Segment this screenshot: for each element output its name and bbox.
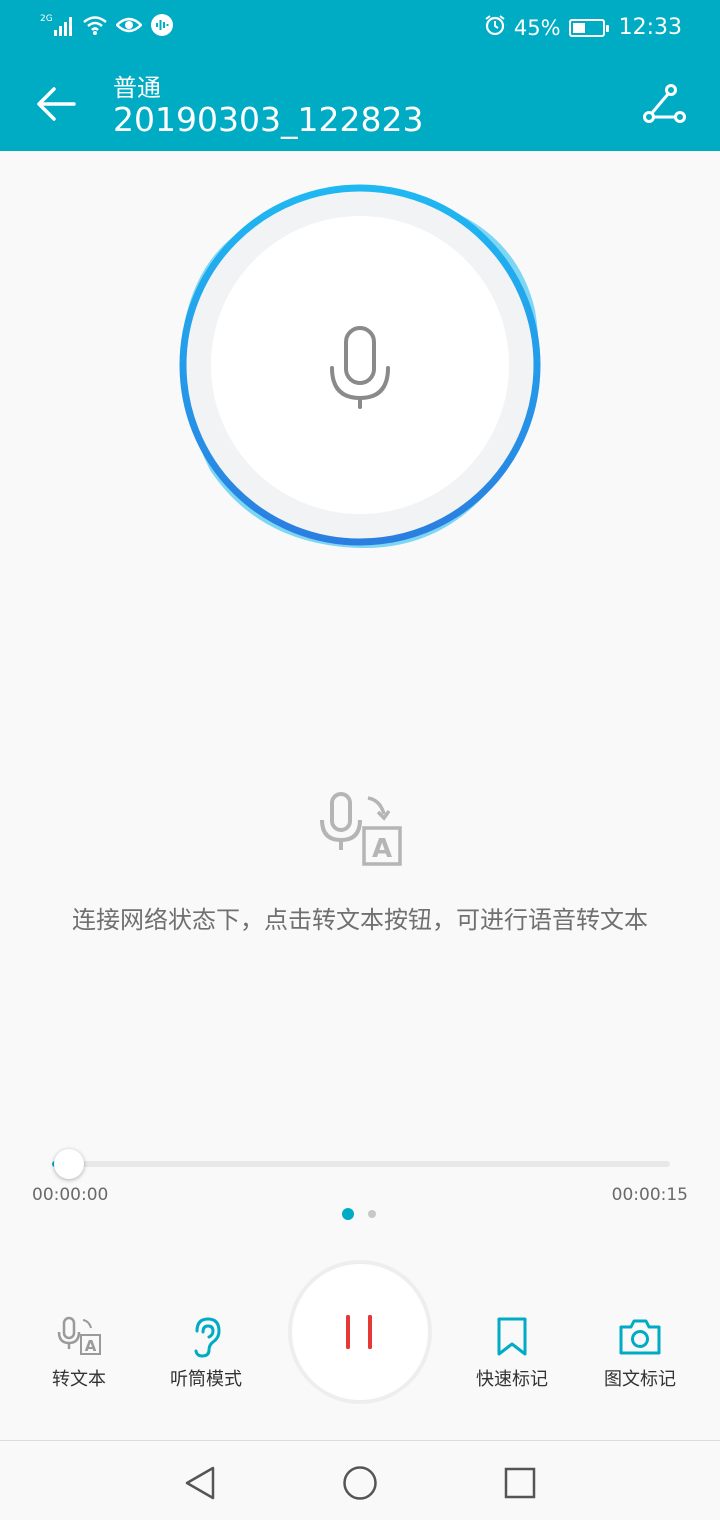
speech-to-text-small-icon: A	[54, 1315, 104, 1359]
status-right: 45% 12:33	[484, 14, 682, 41]
quick-mark-button[interactable]: 快速标记	[457, 1315, 567, 1391]
earpiece-mode-label: 听筒模式	[170, 1369, 242, 1390]
battery-icon	[568, 18, 609, 37]
circle-home-icon	[343, 1466, 377, 1500]
page-title: 20190303_122823	[113, 100, 424, 139]
quick-mark-label: 快速标记	[476, 1369, 548, 1390]
status-bar: 2G 45% 12:33	[0, 0, 720, 56]
share-icon	[643, 84, 686, 123]
share-button[interactable]	[640, 82, 688, 126]
nav-home-button[interactable]	[338, 1461, 382, 1505]
page-indicator-active	[342, 1208, 354, 1220]
speech-to-text-hint: 连接网络状态下，点击转文本按钮，可进行语音转文本	[72, 906, 648, 934]
page-indicator-inactive	[368, 1210, 376, 1218]
battery-fill	[572, 22, 586, 33]
speech-to-text-icon: A	[318, 790, 404, 870]
audio-icon	[150, 13, 174, 41]
nav-recents-button[interactable]	[498, 1461, 542, 1505]
pause-icon	[346, 1315, 372, 1349]
network-type: 2G	[40, 14, 53, 24]
back-button[interactable]	[32, 80, 80, 128]
app-header: 2G 45% 12:33 普通 20190303_122823	[0, 0, 720, 151]
photo-mark-button[interactable]: 图文标记	[585, 1315, 695, 1391]
nav-back-button[interactable]	[178, 1461, 222, 1505]
ear-icon	[181, 1315, 231, 1359]
recording-type: 普通	[113, 74, 161, 102]
progress-thumb[interactable]	[54, 1149, 84, 1179]
eye-icon	[115, 15, 143, 39]
total-time: 00:00:15	[611, 1185, 688, 1205]
current-time: 00:00:00	[32, 1185, 109, 1205]
svg-text:A: A	[372, 834, 392, 864]
recording-visualizer	[170, 170, 550, 560]
playback-progress-bar[interactable]	[52, 1161, 670, 1167]
status-left: 2G	[40, 12, 174, 42]
system-navigation-bar	[0, 1440, 720, 1520]
triangle-back-icon	[185, 1466, 215, 1500]
to-text-button[interactable]: A 转文本	[24, 1315, 134, 1391]
clock: 12:33	[618, 15, 682, 40]
arrow-left-icon	[37, 87, 76, 121]
signal-icon: 2G	[40, 12, 74, 42]
bookmark-icon	[487, 1315, 537, 1359]
camera-icon	[615, 1315, 665, 1359]
svg-text:A: A	[85, 1337, 97, 1355]
photo-mark-label: 图文标记	[604, 1369, 676, 1390]
alarm-icon	[484, 14, 506, 41]
to-text-label: 转文本	[52, 1369, 106, 1390]
square-recents-icon	[504, 1467, 536, 1499]
wifi-icon	[82, 14, 108, 40]
pause-button[interactable]	[288, 1260, 432, 1404]
battery-percent: 45%	[513, 15, 561, 40]
earpiece-mode-button[interactable]: 听筒模式	[151, 1315, 261, 1391]
